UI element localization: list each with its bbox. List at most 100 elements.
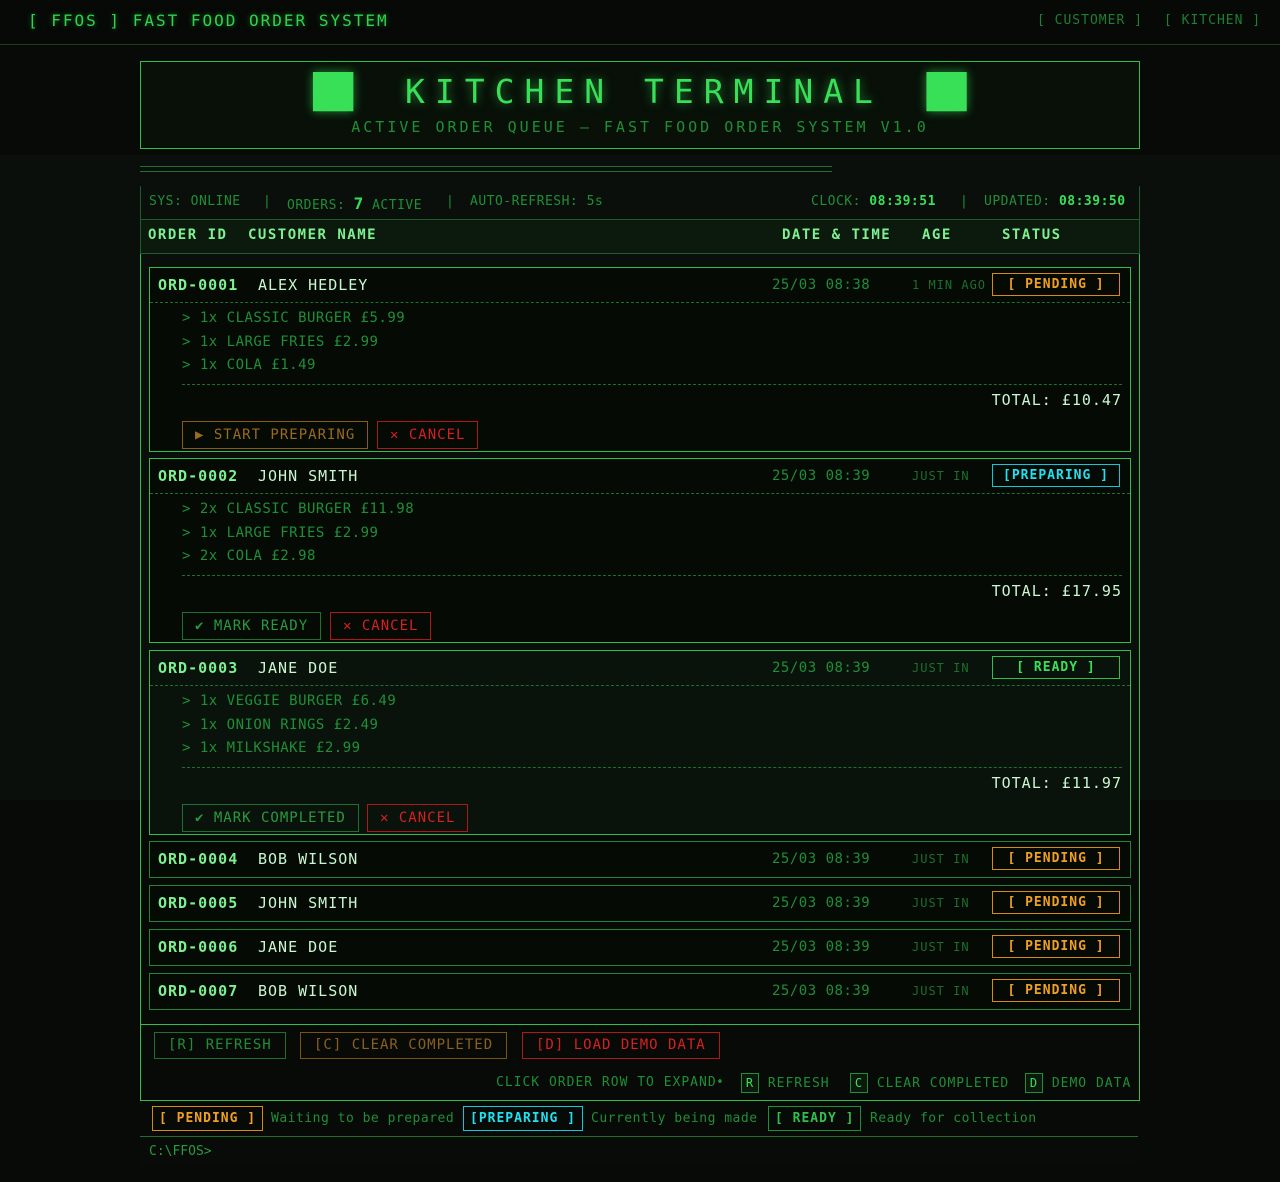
prompt-text: C:\FFOS> [149,1144,212,1159]
order-age: 1 MIN AGO [912,278,987,292]
order-row[interactable]: ORD-0007 BOB WILSON 25/03 08:39 JUST IN … [150,974,1130,1008]
order-item: > 1x MILKSHAKE £2.99 [182,740,361,756]
order-item: > 1x COLA £1.49 [182,357,316,373]
order-card[interactable]: ORD-0003 JANE DOE 25/03 08:39 JUST IN [ … [149,650,1131,835]
order-id: ORD-0004 [158,850,239,868]
col-age: AGE [922,227,952,243]
app-brand: [ FFOS ] FAST FOOD ORDER SYSTEM [28,11,389,30]
clock: CLOCK: 08:39:51 [811,194,936,209]
status-badge: [ READY ] [992,656,1120,679]
order-total: TOTAL: £10.47 [182,383,1122,409]
legend-ready-badge: [ READY ] [768,1106,862,1131]
status-badge: [ PENDING ] [992,891,1120,914]
order-row[interactable]: ORD-0005 JOHN SMITH 25/03 08:39 JUST IN … [150,886,1130,920]
mark-completed-button[interactable]: ✔ MARK COMPLETED [182,803,359,832]
status-badge: [PREPARING ] [992,464,1120,487]
order-card[interactable]: ORD-0002 JOHN SMITH 25/03 08:39 JUST IN … [149,458,1131,643]
clear-completed-button[interactable]: [C] CLEAR COMPLETED [300,1032,508,1059]
customer-name: BOB WILSON [258,982,359,1000]
start-preparing-button[interactable]: ▶ START PREPARING [182,420,369,449]
order-details: > 1x CLASSIC BURGER £5.99 > 1x LARGE FRI… [150,302,1130,457]
status-badge: [ PENDING ] [992,273,1120,296]
orders-count: ORDERS: 7 ACTIVE [287,194,423,213]
refresh-button[interactable]: [R] REFRESH [154,1032,286,1059]
order-card[interactable]: ORD-0001 ALEX HEDLEY 25/03 08:38 1 MIN A… [149,267,1131,452]
status-badge: [ PENDING ] [992,979,1120,1002]
order-row[interactable]: ORD-0004 BOB WILSON 25/03 08:39 JUST IN … [150,842,1130,876]
order-row[interactable]: ORD-0006 JANE DOE 25/03 08:39 JUST IN [ … [150,930,1130,964]
key-r-icon: R [741,1073,759,1093]
column-headers: ORDER ID CUSTOMER NAME DATE & TIME AGE S… [140,220,1140,254]
block-glyph-left: ██ [313,72,354,111]
order-item: > 1x LARGE FRIES £2.99 [182,333,379,350]
status-legend: [ PENDING ] Waiting to be prepared [PREP… [140,1103,1138,1136]
page-banner: ██ KITCHEN TERMINAL ██ ACTIVE ORDER QUEU… [140,61,1140,149]
order-row[interactable]: ORD-0003 JANE DOE 25/03 08:39 JUST IN [ … [150,651,1130,685]
nav-kitchen[interactable]: [ KITCHEN ] [1164,13,1261,28]
order-total: TOTAL: £11.97 [182,766,1122,792]
order-item: > 1x VEGGIE BURGER £6.49 [182,693,397,709]
order-id: ORD-0001 [158,276,239,294]
legend-ready-desc: Ready for collection [870,1111,1037,1126]
order-datetime: 25/03 08:38 [772,277,871,293]
load-demo-data-button[interactable]: [D] LOAD DEMO DATA [522,1032,720,1059]
order-card[interactable]: ORD-0007 BOB WILSON 25/03 08:39 JUST IN … [149,973,1131,1010]
order-card[interactable]: ORD-0004 BOB WILSON 25/03 08:39 JUST IN … [149,841,1131,878]
order-card[interactable]: ORD-0006 JANE DOE 25/03 08:39 JUST IN [ … [149,929,1131,966]
order-details: > 1x VEGGIE BURGER £6.49 > 1x ONION RING… [150,685,1130,840]
col-datetime: DATE & TIME [782,227,892,243]
cancel-button[interactable]: ✕ CANCEL [330,611,432,640]
order-age: JUST IN [912,984,970,998]
customer-name: JOHN SMITH [258,467,359,485]
mark-ready-button[interactable]: ✔ MARK READY [182,611,322,640]
status-badge: [ PENDING ] [992,847,1120,870]
key-d-icon: D [1025,1073,1043,1093]
customer-name: JANE DOE [258,938,339,956]
order-item: > 1x CLASSIC BURGER £5.99 [182,310,406,326]
page-title-text: KITCHEN TERMINAL [405,72,883,111]
order-datetime: 25/03 08:39 [772,660,871,676]
cancel-button[interactable]: ✕ CANCEL [367,803,469,832]
order-item: > 2x COLA £2.98 [182,548,316,564]
order-datetime: 25/03 08:39 [772,468,871,484]
legend-preparing-desc: Currently being made [591,1111,758,1126]
col-order-id: ORDER ID [148,227,228,243]
order-id: ORD-0003 [158,659,239,677]
status-bar: SYS: ONLINE | ORDERS: 7 ACTIVE | AUTO-RE… [140,186,1140,220]
order-item: > 2x CLASSIC BURGER £11.98 [182,501,415,517]
order-id: ORD-0002 [158,467,239,485]
order-datetime: 25/03 08:39 [772,895,871,911]
order-age: JUST IN [912,896,970,910]
bottom-actions: [R] REFRESH [C] CLEAR COMPLETED [D] LOAD… [140,1025,1140,1101]
order-age: JUST IN [912,469,970,483]
top-bar: [ FFOS ] FAST FOOD ORDER SYSTEM [ CUSTOM… [0,0,1280,45]
auto-refresh: AUTO-REFRESH: 5s [470,194,604,209]
order-age: JUST IN [912,852,970,866]
order-card[interactable]: ORD-0005 JOHN SMITH 25/03 08:39 JUST IN … [149,885,1131,922]
nav-customer[interactable]: [ CUSTOMER ] [1037,13,1143,28]
order-id: ORD-0006 [158,938,239,956]
order-datetime: 25/03 08:39 [772,983,871,999]
separator: | [960,194,969,209]
order-age: JUST IN [912,940,970,954]
order-row[interactable]: ORD-0002 JOHN SMITH 25/03 08:39 JUST IN … [150,459,1130,493]
order-total: TOTAL: £17.95 [182,574,1122,600]
page-title: ██ KITCHEN TERMINAL ██ [141,72,1139,111]
last-updated: UPDATED: 08:39:50 [984,194,1126,209]
shortcut-c: C CLEAR COMPLETED [850,1073,1009,1093]
order-item: > 1x ONION RINGS £2.49 [182,716,379,733]
key-c-icon: C [850,1073,868,1093]
legend-pending-badge: [ PENDING ] [152,1106,264,1131]
divider [140,166,832,172]
shortcut-r-label: REFRESH [767,1076,830,1091]
legend-pending-desc: Waiting to be prepared [271,1111,455,1126]
order-details: > 2x CLASSIC BURGER £11.98 > 1x LARGE FR… [150,493,1130,648]
col-status: STATUS [1002,227,1062,243]
sys-status: SYS: ONLINE [149,194,241,209]
separator: | [446,194,455,209]
command-prompt[interactable]: C:\FFOS> [140,1136,1138,1165]
order-row[interactable]: ORD-0001 ALEX HEDLEY 25/03 08:38 1 MIN A… [150,268,1130,302]
order-datetime: 25/03 08:39 [772,939,871,955]
order-datetime: 25/03 08:39 [772,851,871,867]
cancel-button[interactable]: ✕ CANCEL [377,420,479,449]
